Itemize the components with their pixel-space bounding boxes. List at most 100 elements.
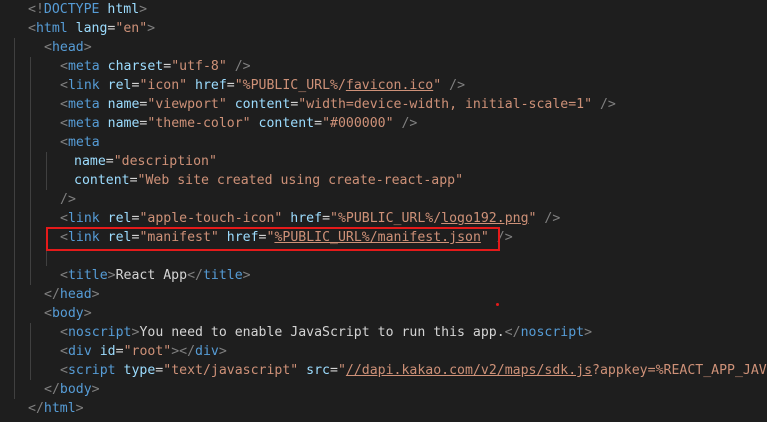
token-punc: /> (441, 78, 466, 93)
token-punc: < (44, 306, 52, 321)
token-tag: script (67, 363, 116, 378)
code-line[interactable]: <body> (0, 304, 767, 323)
token-punc: < (60, 211, 68, 226)
indent-guide (30, 323, 31, 342)
token-str: ?appkey=%REACT_APP_JAVA_SC (592, 363, 767, 378)
token-attr: content (74, 173, 130, 188)
code-line[interactable]: <noscript>You need to enable JavaScript … (0, 323, 767, 342)
token-attr: charset (99, 59, 164, 74)
token-str: "viewport" (147, 97, 227, 112)
code-text: </body> (44, 380, 100, 399)
indent-guide (30, 209, 31, 228)
token-punc: </ (44, 287, 60, 302)
code-line[interactable]: <html lang="en"> (0, 19, 767, 38)
token-punc: > (91, 382, 100, 397)
token-str: " (433, 78, 442, 93)
token-punc: ></ (171, 344, 196, 359)
code-line[interactable]: </head> (0, 285, 767, 304)
code-line[interactable]: <link rel="apple-touch-icon" href="%PUBL… (0, 209, 767, 228)
token-punc: < (28, 21, 36, 36)
token-str: "utf-8" (171, 59, 227, 74)
code-line[interactable]: <meta (0, 133, 767, 152)
highlight-box (46, 227, 500, 251)
token-punc: /> (226, 59, 251, 74)
token-tag: html (43, 401, 76, 416)
code-editor[interactable]: <!DOCTYPE html> <html lang="en"> <head> <me… (0, 0, 767, 422)
token-tag: div (67, 344, 92, 359)
code-line[interactable]: <title>React App</title> (0, 266, 767, 285)
token-punc: </ (28, 401, 44, 416)
code-line[interactable]: <script type="text/javascript" src="//da… (0, 361, 767, 380)
code-line[interactable]: <!DOCTYPE html> (0, 0, 767, 19)
code-line[interactable]: content="Web site created using create-r… (0, 171, 767, 190)
token-str: "theme-color" (147, 116, 251, 131)
token-attr: type (115, 363, 156, 378)
indent-guide (14, 95, 15, 114)
code-line[interactable]: <link rel="icon" href="%PUBLIC_URL%/favi… (0, 76, 767, 95)
code-text: <div id="root"></div> (60, 342, 227, 361)
code-text: <meta name="theme-color" content="#00000… (60, 114, 417, 133)
code-line[interactable]: <meta name="viewport" content="width=dev… (0, 95, 767, 114)
token-tag: div (195, 344, 219, 359)
indent-guide (14, 380, 15, 399)
code-text: <body> (44, 304, 92, 323)
indent-guide (30, 228, 31, 247)
token-attr: name (74, 154, 106, 169)
indent-guide (30, 152, 31, 171)
indent-guide (30, 57, 31, 76)
code-line[interactable]: <meta name="theme-color" content="#00000… (0, 114, 767, 133)
token-punc: </ (44, 382, 60, 397)
token-punc: < (60, 135, 68, 150)
indent-guide (30, 133, 31, 152)
indent-guide (14, 190, 15, 209)
token-tag: html (35, 21, 68, 36)
code-area[interactable]: <!DOCTYPE html> <html lang="en"> <head> <me… (0, 0, 767, 418)
token-punc: /> (536, 211, 561, 226)
code-line[interactable]: </body> (0, 380, 767, 399)
token-str: logo192.png (441, 211, 529, 226)
code-text: <html lang="en"> (28, 19, 155, 38)
token-punc: </ (187, 268, 203, 283)
token-tag: head (59, 287, 92, 302)
code-text: </head> (44, 285, 100, 304)
indent-guide (14, 228, 15, 247)
token-str: "#000000" (322, 116, 394, 131)
token-attr: lang (67, 21, 108, 36)
indent-guide (30, 342, 31, 361)
token-txt: React App (115, 268, 188, 283)
code-line[interactable]: <div id="root"></div> (0, 342, 767, 361)
token-punc: /> (592, 97, 616, 112)
token-attr: content (226, 97, 291, 112)
indent-guide (30, 95, 31, 114)
code-line[interactable]: </html> (0, 399, 767, 418)
token-tag: title (67, 268, 108, 283)
code-text: content="Web site created using create-r… (74, 171, 463, 190)
token-tag: title (202, 268, 243, 283)
token-tag: link (67, 78, 100, 93)
code-line[interactable]: <head> (0, 38, 767, 57)
code-line[interactable]: <meta charset="utf-8" /> (0, 57, 767, 76)
code-text: <link rel="icon" href="%PUBLIC_URL%/favi… (60, 76, 465, 95)
token-str: //dapi.kakao.com/v2/maps/sdk.js (345, 363, 593, 378)
code-text: </html> (28, 399, 84, 418)
indent-guide (30, 266, 31, 285)
token-str: "text/javascript" (163, 363, 299, 378)
code-text: /> (60, 190, 76, 209)
token-attr: rel (99, 211, 132, 226)
indent-guide (14, 57, 15, 76)
code-line[interactable]: /> (0, 190, 767, 209)
indent-guide (14, 133, 15, 152)
token-attr: name (99, 116, 140, 131)
token-tag: meta (67, 135, 100, 150)
indent-guide (14, 342, 15, 361)
indent-guide (14, 266, 15, 285)
indent-guide (14, 38, 15, 57)
code-line[interactable]: name="description" (0, 152, 767, 171)
token-txt: = (115, 344, 124, 359)
token-punc: > (147, 21, 156, 36)
code-text: <meta charset="utf-8" /> (60, 57, 251, 76)
token-punc: > (91, 287, 100, 302)
token-tag: meta (67, 59, 100, 74)
token-str: favicon.ico (345, 78, 434, 93)
indent-guide (14, 285, 15, 304)
